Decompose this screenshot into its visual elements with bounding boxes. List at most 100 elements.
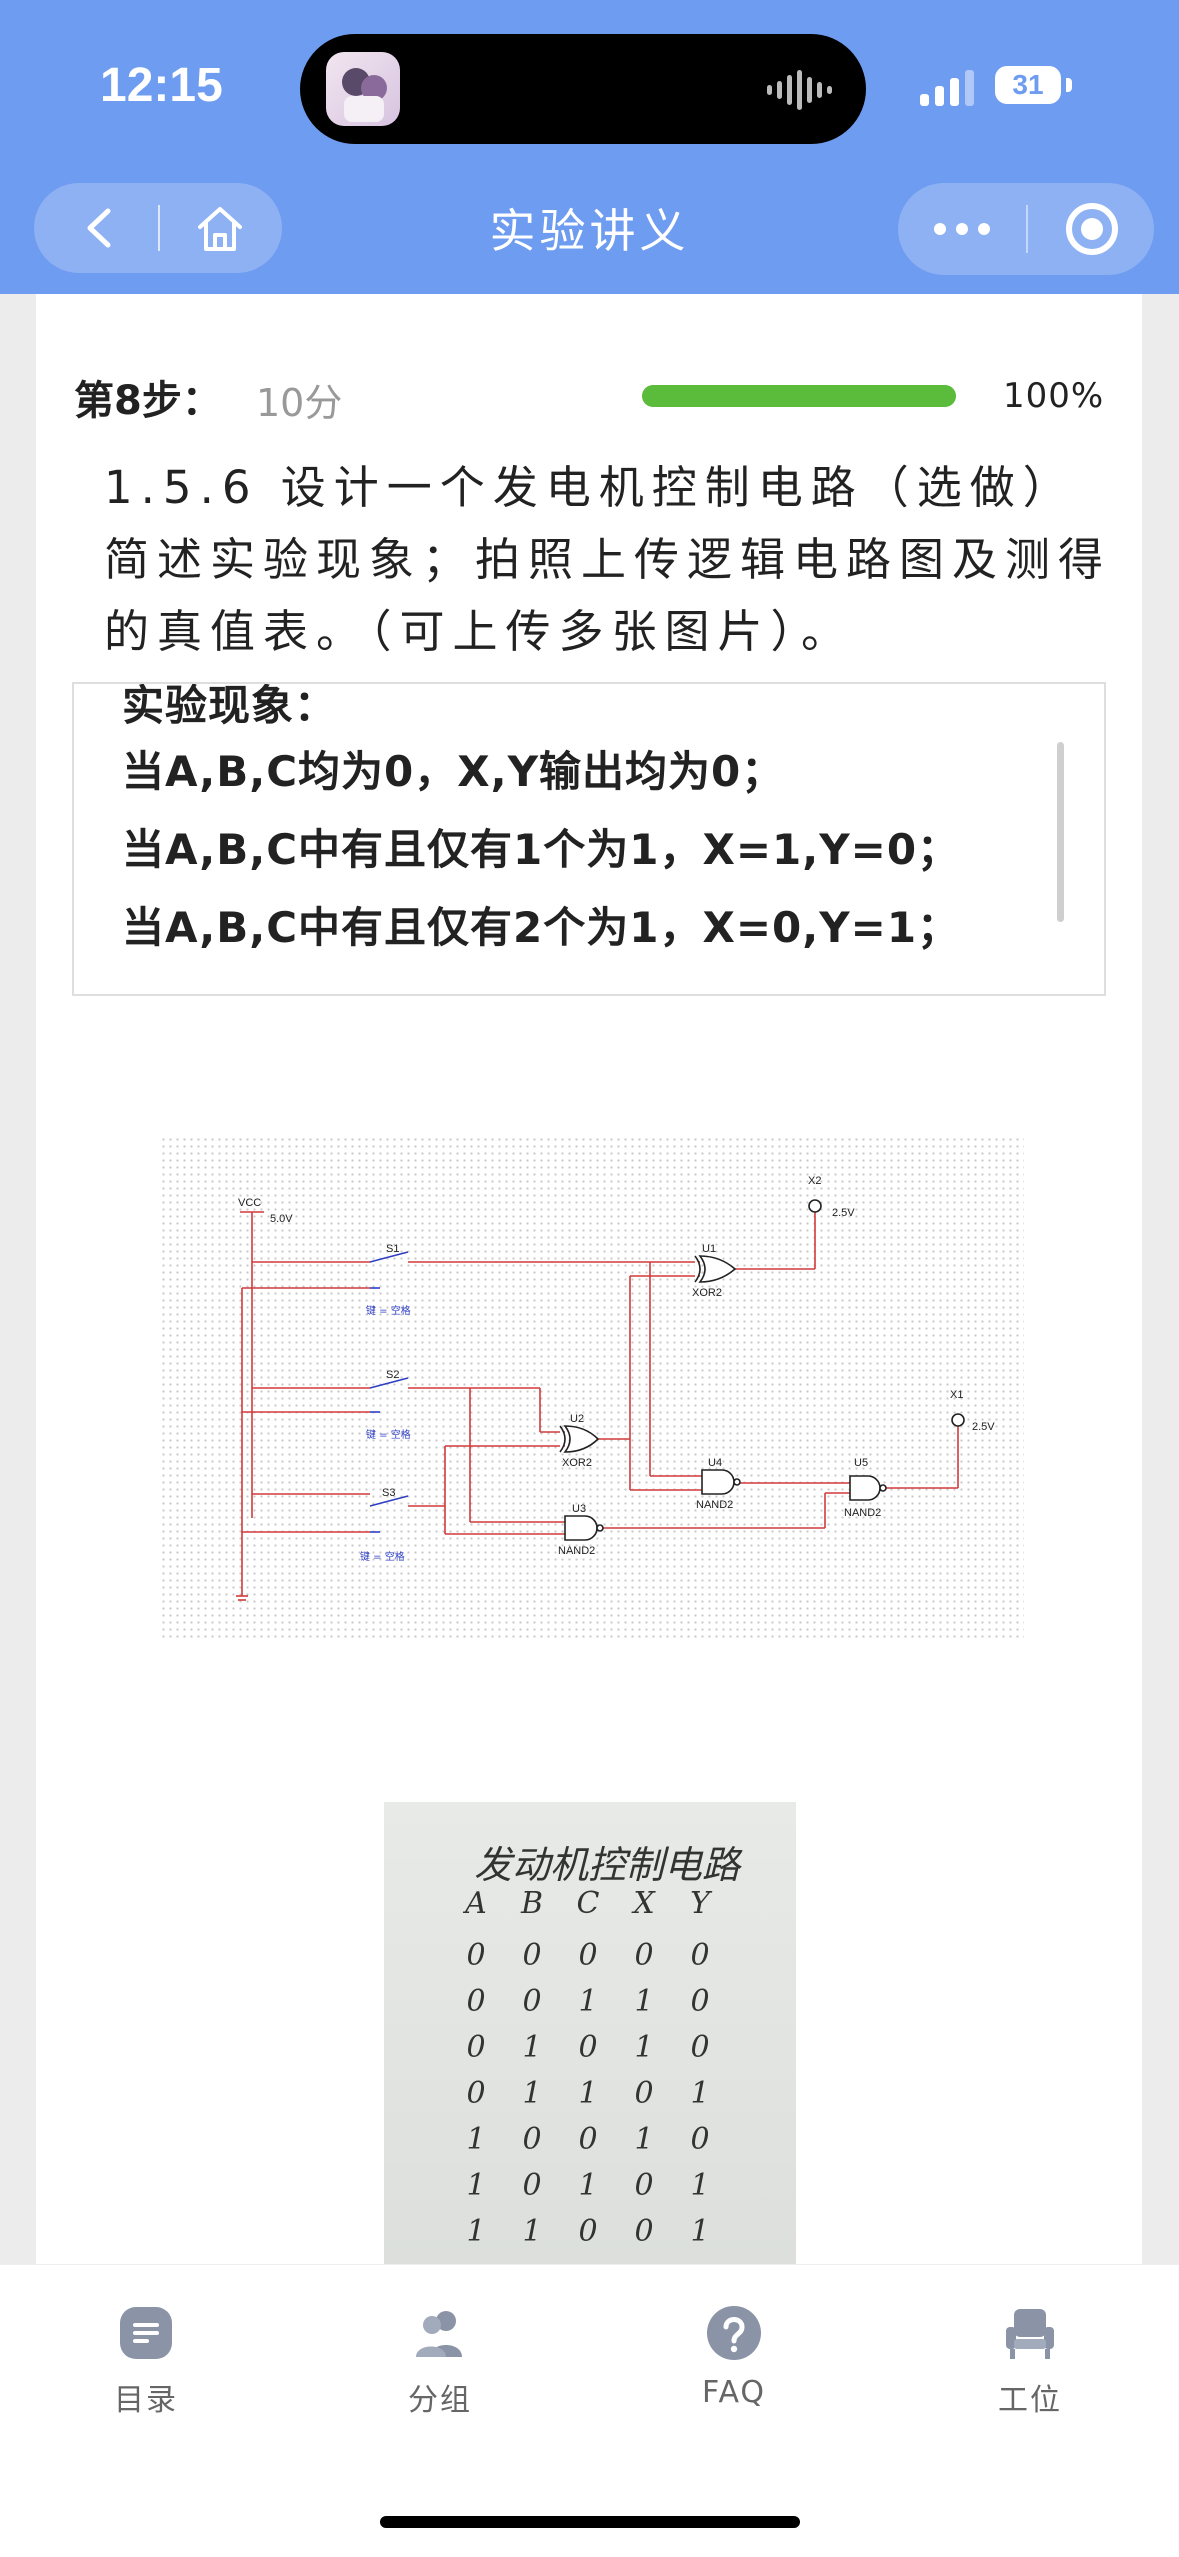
truth-table-cell: 0 [690, 2122, 710, 2157]
truth-table-row: 1 0 0 1 0 [448, 2122, 728, 2157]
truth-table-row: 1 1 0 0 1 [448, 2214, 728, 2249]
step-score: 10分 [256, 381, 343, 425]
battery-indicator: 31 [995, 66, 1061, 104]
seat-icon [1002, 2305, 1058, 2361]
cellular-signal-icon [920, 66, 974, 106]
answer-line: 实验现象： [122, 682, 338, 730]
tab-catalog[interactable]: 目录 [46, 2305, 246, 2419]
u3-type: NAND2 [558, 1545, 595, 1557]
photo-title: 发动机控制电路 [474, 1843, 741, 1887]
tt-header-cell: X [633, 1886, 655, 1921]
progress-fill [642, 385, 956, 407]
group-icon [412, 2305, 468, 2361]
more-icon[interactable] [934, 223, 990, 235]
catalog-icon [118, 2305, 174, 2361]
answer-textbox[interactable]: 实验现象： 当A,B,C均为0，X,Y输出均为0； 当A,B,C中有且仅有1个为… [72, 682, 1106, 996]
tt-header-cell: A [465, 1886, 487, 1921]
s2-key-label: 键 = 空格 [366, 1428, 411, 1441]
truth-table-cell: 0 [466, 2076, 486, 2111]
s2-label: S2 [386, 1369, 399, 1381]
truth-table-cell: 1 [466, 2214, 486, 2249]
truth-table-cell: 0 [522, 1938, 542, 1973]
tab-label: 工位 [998, 2383, 1062, 2418]
tab-label: 目录 [114, 2383, 178, 2418]
u1-label: U1 [702, 1243, 716, 1255]
circuit-diagram-image[interactable]: VCC 5.0V S1 S2 S3 U1 XOR2 U2 XOR2 U3 NAN… [160, 1136, 1024, 1640]
vcc-voltage: 5.0V [270, 1213, 293, 1225]
truth-table-cell: 0 [522, 2168, 542, 2203]
truth-table-cell: 1 [578, 2168, 598, 2203]
truth-table-cell: 0 [578, 2030, 598, 2065]
x2-label: X2 [808, 1175, 821, 1187]
truth-table-cell: 1 [634, 2030, 654, 2065]
audio-wave-icon [767, 70, 832, 110]
music-avatar-icon [326, 52, 400, 126]
close-target-icon[interactable] [1066, 203, 1118, 255]
truth-table-cell: 1 [690, 2214, 710, 2249]
battery-tip [1066, 78, 1072, 92]
tt-header-cell: B [520, 1886, 544, 1921]
app-header: 12:15 31 实验讲义 [0, 0, 1179, 294]
truth-table-cell: 0 [634, 2214, 654, 2249]
step-label: 第8步： [74, 378, 222, 424]
x1-voltage: 2.5V [972, 1421, 995, 1433]
tt-header-cell: C [576, 1886, 600, 1921]
truth-table-cell: 0 [522, 1984, 542, 2019]
bottom-tab-bar: 目录 分组 FAQ 工位 [0, 2264, 1179, 2557]
question-text: 1.5.6 设计一个发电机控制电路（选做）简述实验现象；拍照上传逻辑电路图及测得… [104, 461, 1112, 658]
status-time: 12:15 [100, 59, 223, 112]
tab-seat[interactable]: 工位 [930, 2305, 1130, 2419]
vcc-label: VCC [238, 1197, 261, 1209]
truth-table-cell: 1 [522, 2214, 542, 2249]
s1-label: S1 [386, 1243, 399, 1255]
question-icon [706, 2305, 762, 2361]
truth-table-cell: 0 [634, 1938, 654, 1973]
home-indicator[interactable] [380, 2516, 800, 2528]
answer-line: 当A,B,C中有且仅有2个为1，X=0,Y=1； [122, 903, 961, 952]
u2-type: XOR2 [562, 1457, 592, 1469]
truth-table-cell: 0 [690, 1984, 710, 2019]
truth-table-cell: 1 [466, 2168, 486, 2203]
truth-table-cell: 1 [578, 2076, 598, 2111]
u3-label: U3 [572, 1503, 586, 1515]
dynamic-island[interactable] [300, 34, 866, 144]
tab-group[interactable]: 分组 [340, 2305, 540, 2419]
s1-key-label: 键 = 空格 [366, 1304, 411, 1317]
u1-type: XOR2 [692, 1287, 722, 1299]
answer-scrollbar[interactable] [1057, 742, 1064, 922]
truth-table-row: 0 1 1 0 1 [448, 2076, 728, 2111]
truth-table-row: 0 1 0 1 0 [448, 2030, 728, 2065]
progress-text: 100% [1003, 376, 1105, 416]
truth-table-cell: 1 [522, 2030, 542, 2065]
tab-label: 分组 [408, 2383, 472, 2418]
tab-faq[interactable]: FAQ [634, 2305, 834, 2410]
x1-label: X1 [950, 1389, 963, 1401]
truth-table-cell: 0 [466, 2030, 486, 2065]
capsule-divider [1026, 205, 1028, 253]
u4-label: U4 [708, 1457, 722, 1469]
truth-table-photo[interactable]: 发动机控制电路 A B C X Y 0000000110010100110110… [384, 1802, 796, 2264]
truth-table-header: A B C X Y [448, 1886, 728, 1921]
truth-table-row: 0 0 0 0 0 [448, 1938, 728, 1973]
s3-key-label: 键 = 空格 [360, 1550, 405, 1563]
truth-table-row: 0 0 1 1 0 [448, 1984, 728, 2019]
truth-table-cell: 0 [634, 2168, 654, 2203]
tab-label: FAQ [701, 2375, 767, 2410]
truth-table-cell: 1 [522, 2076, 542, 2111]
truth-table-cell: 1 [634, 1984, 654, 2019]
truth-table-cell: 0 [578, 1938, 598, 1973]
truth-table-cell: 1 [578, 1984, 598, 2019]
answer-line: 当A,B,C均为0，X,Y输出均为0； [122, 747, 785, 796]
u5-label: U5 [854, 1457, 868, 1469]
truth-table-cell: 0 [466, 1984, 486, 2019]
truth-table-cell: 0 [466, 1938, 486, 1973]
x2-voltage: 2.5V [832, 1207, 855, 1219]
truth-table-cell: 0 [634, 2076, 654, 2111]
truth-table-cell: 1 [466, 2122, 486, 2157]
u4-type: NAND2 [696, 1499, 733, 1511]
truth-table-cell: 0 [522, 2122, 542, 2157]
answer-line: 当A,B,C中有且仅有1个为1，X=1,Y=0； [122, 825, 961, 874]
truth-table-cell: 0 [690, 2030, 710, 2065]
s3-label: S3 [382, 1487, 395, 1499]
truth-table-cell: 1 [690, 2168, 710, 2203]
